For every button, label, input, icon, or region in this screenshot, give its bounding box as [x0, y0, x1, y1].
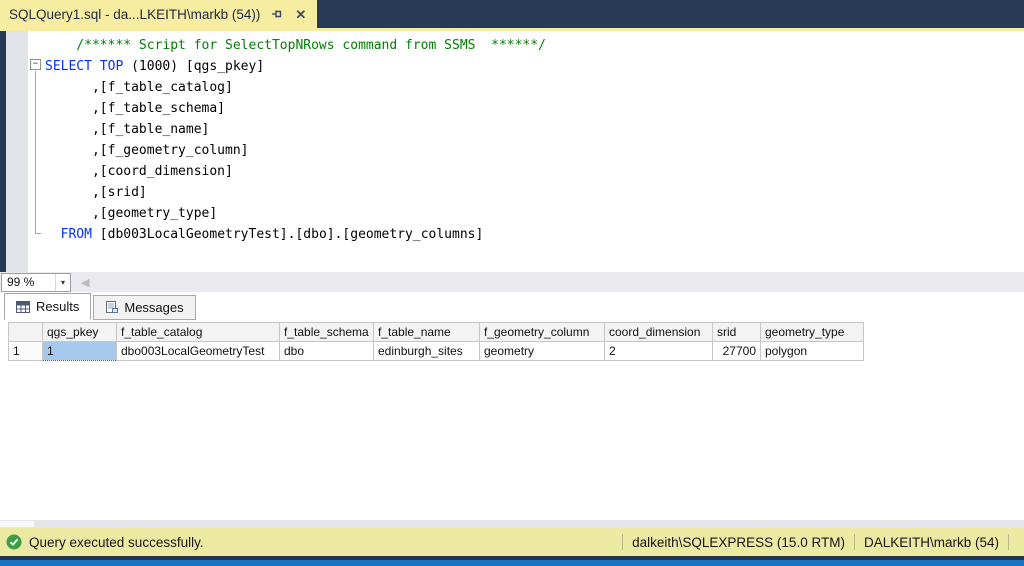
- results-grid-icon: [16, 300, 30, 313]
- code-token: FROM: [60, 227, 92, 242]
- tab-results-label: Results: [36, 299, 80, 314]
- code-token: ,[f_table_catalog]: [45, 80, 233, 95]
- results-grid: qgs_pkey f_table_catalog f_table_schema f_t…: [8, 322, 864, 361]
- grid-corner-cell[interactable]: [8, 322, 43, 342]
- grid-column-header[interactable]: coord_dimension: [604, 322, 713, 342]
- status-separator: [622, 534, 624, 550]
- document-tab-strip: SQLQuery1.sql - da...LKEITH\markb (54)) …: [0, 0, 1024, 28]
- grid-cell[interactable]: 2: [604, 341, 713, 361]
- grid-column-header[interactable]: f_table_catalog: [116, 322, 280, 342]
- pin-icon[interactable]: [269, 7, 284, 22]
- grid-cell[interactable]: 1: [42, 341, 117, 361]
- document-tab[interactable]: SQLQuery1.sql - da...LKEITH\markb (54)) …: [0, 0, 318, 28]
- table-row: 1 1 dbo003LocalGeometryTest dbo edinburgh_si…: [8, 341, 864, 361]
- grid-cell[interactable]: polygon: [760, 341, 864, 361]
- status-server-instance: dalkeith\SQLEXPRESS (15.0 RTM): [632, 534, 845, 550]
- editor-bottom-bar: 99 % ▾ ◀: [0, 272, 1024, 292]
- results-horizontal-scrollbar[interactable]: [0, 520, 1024, 528]
- collapse-region-toggle[interactable]: −: [30, 59, 41, 70]
- chevron-down-icon: ▾: [55, 273, 70, 291]
- taskbar-strip: [0, 560, 1024, 566]
- code-token: ,[geometry_type]: [45, 206, 218, 221]
- grid-cell[interactable]: dbo: [279, 341, 374, 361]
- grid-column-header[interactable]: geometry_type: [760, 322, 864, 342]
- results-pane: qgs_pkey f_table_catalog f_table_schema f_t…: [0, 320, 1024, 520]
- grid-row-header[interactable]: 1: [8, 341, 43, 361]
- messages-page-icon: [106, 301, 119, 313]
- grid-cell[interactable]: 27700: [712, 341, 761, 361]
- outline-foot-line: [35, 233, 41, 234]
- success-check-icon: [6, 534, 22, 550]
- close-icon[interactable]: ✕: [293, 7, 308, 22]
- tab-messages-label: Messages: [124, 300, 184, 315]
- zoom-level-value: 99 %: [7, 275, 35, 289]
- code-token: ,[srid]: [45, 185, 147, 200]
- grid-column-header[interactable]: srid: [712, 322, 761, 342]
- grid-column-header[interactable]: qgs_pkey: [42, 322, 117, 342]
- grid-cell[interactable]: geometry: [479, 341, 605, 361]
- results-tab-bar: Results Messages: [0, 292, 1024, 320]
- editor-gutter: [6, 31, 28, 272]
- editor-horizontal-scrollbar[interactable]: ◀: [71, 272, 1024, 292]
- sql-editor-pane[interactable]: − /****** Script for SelectTopNRows comm…: [0, 31, 1024, 272]
- outline-vertical-line: [35, 71, 36, 234]
- code-line-7[interactable]: ,[coord_dimension]: [45, 161, 1024, 182]
- grid-cell[interactable]: dbo003LocalGeometryTest: [116, 341, 280, 361]
- ssms-window: SQLQuery1.sql - da...LKEITH\markb (54)) …: [0, 0, 1024, 566]
- grid-cell[interactable]: edinburgh_sites: [373, 341, 480, 361]
- code-line-8[interactable]: ,[srid]: [45, 182, 1024, 203]
- code-token: ,[coord_dimension]: [45, 164, 233, 179]
- code-line-3[interactable]: ,[f_table_catalog]: [45, 77, 1024, 98]
- code-token: ,[f_table_schema]: [45, 101, 226, 116]
- scroll-left-arrow-icon[interactable]: ◀: [81, 276, 89, 289]
- tab-messages[interactable]: Messages: [93, 295, 196, 320]
- code-token: ,[f_geometry_column]: [45, 143, 249, 158]
- status-bar: Query executed successfully. dalkeith\SQ…: [0, 528, 1024, 556]
- zoom-level-select[interactable]: 99 % ▾: [1, 272, 71, 292]
- status-login-user: DALKEITH\markb (54): [863, 534, 999, 550]
- document-tab-title: SQLQuery1.sql - da...LKEITH\markb (54)): [9, 6, 261, 22]
- status-separator: [853, 534, 855, 550]
- code-line-6[interactable]: ,[f_geometry_column]: [45, 140, 1024, 161]
- code-outline-column: −: [28, 31, 45, 272]
- code-line-1[interactable]: /****** Script for SelectTopNRows comman…: [45, 35, 1024, 56]
- code-token: SELECT: [45, 59, 92, 74]
- code-line-4[interactable]: ,[f_table_schema]: [45, 98, 1024, 119]
- code-token: ,[f_table_name]: [45, 122, 210, 137]
- code-line-9[interactable]: ,[geometry_type]: [45, 203, 1024, 224]
- status-message: Query executed successfully.: [29, 534, 204, 550]
- grid-column-header[interactable]: f_table_name: [373, 322, 480, 342]
- code-line-10[interactable]: FROM [db003LocalGeometryTest].[dbo].[geo…: [45, 224, 1024, 245]
- code-line-5[interactable]: ,[f_table_name]: [45, 119, 1024, 140]
- grid-column-header[interactable]: f_table_schema: [279, 322, 374, 342]
- scrollbar-thumb[interactable]: [0, 521, 34, 527]
- status-separator: [1008, 534, 1009, 550]
- grid-column-header[interactable]: f_geometry_column: [479, 322, 605, 342]
- code-token: (1000) [qgs_pkey]: [123, 59, 265, 74]
- sql-code-text[interactable]: /****** Script for SelectTopNRows comman…: [45, 31, 1024, 272]
- code-token: TOP: [99, 59, 124, 74]
- tab-results[interactable]: Results: [4, 293, 92, 320]
- code-line-2[interactable]: SELECT TOP (1000) [qgs_pkey]: [45, 56, 1024, 77]
- code-token: /****** Script for SelectTopNRows comman…: [45, 38, 546, 53]
- code-token: [db003LocalGeometryTest].[dbo].[geometry…: [91, 227, 484, 242]
